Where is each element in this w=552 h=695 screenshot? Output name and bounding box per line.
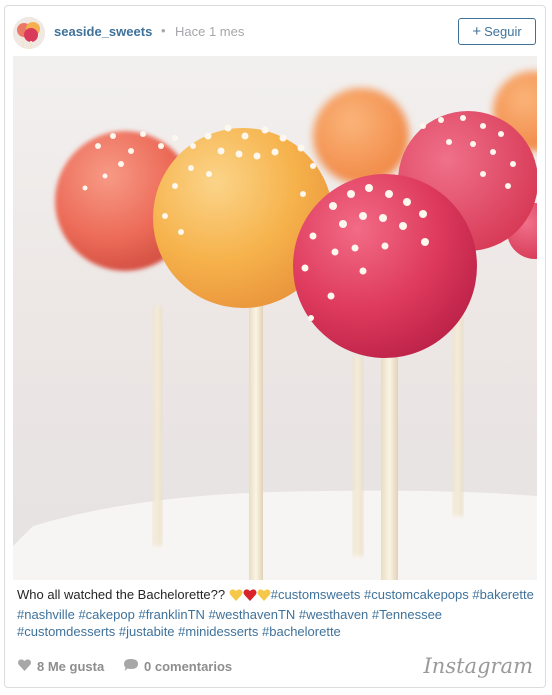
hashtag-link[interactable]: #customdesserts bbox=[17, 624, 115, 639]
plus-icon: + bbox=[472, 23, 482, 40]
heart-icon bbox=[17, 658, 32, 675]
hashtag-link[interactable]: #customsweets bbox=[271, 587, 361, 602]
follow-label: Seguir bbox=[484, 24, 522, 39]
likes-count: 8 Me gusta bbox=[37, 659, 105, 674]
comments-count: 0 comentarios bbox=[144, 659, 233, 674]
hashtag-link[interactable]: #justabite bbox=[119, 624, 175, 639]
hashtag-link[interactable]: #cakepop bbox=[78, 607, 134, 622]
caption-text: Who all watched the Bachelorette?? bbox=[17, 587, 226, 602]
post-footer: 8 Me gusta 0 comentarios Instagram bbox=[5, 648, 545, 686]
yellow-heart-icon bbox=[229, 588, 243, 606]
hashtag-link[interactable]: #nashville bbox=[17, 607, 75, 622]
follow-button[interactable]: + Seguir bbox=[458, 18, 536, 45]
post-time[interactable]: Hace 1 mes bbox=[175, 24, 244, 39]
hashtag-link[interactable]: #Tennessee bbox=[372, 607, 442, 622]
hashtag-link[interactable]: #westhaven bbox=[299, 607, 368, 622]
username-link[interactable]: seaside_sweets bbox=[54, 24, 152, 39]
post-caption: Who all watched the Bachelorette?? #cust… bbox=[17, 586, 535, 640]
comment-button[interactable]: 0 comentarios bbox=[123, 658, 232, 675]
separator-dot: • bbox=[161, 23, 166, 38]
hashtag-link[interactable]: #westhavenTN bbox=[209, 607, 296, 622]
like-button[interactable]: 8 Me gusta bbox=[17, 658, 104, 675]
instagram-logo[interactable]: Instagram bbox=[424, 654, 533, 678]
red-heart-icon bbox=[243, 588, 257, 606]
hashtag-link[interactable]: #bakerette bbox=[472, 587, 533, 602]
hashtag-link[interactable]: #minidesserts bbox=[178, 624, 258, 639]
post-header: seaside_sweets • Hace 1 mes + Seguir bbox=[5, 6, 545, 56]
post-card: seaside_sweets • Hace 1 mes + Seguir Who… bbox=[4, 5, 546, 688]
hashtag-link[interactable]: #bachelorette bbox=[262, 624, 341, 639]
post-photo[interactable] bbox=[13, 56, 537, 580]
avatar[interactable] bbox=[13, 17, 45, 49]
hashtag-link[interactable]: #customcakepops bbox=[364, 587, 469, 602]
hashtag-link[interactable]: #franklinTN bbox=[138, 607, 204, 622]
comment-icon bbox=[123, 658, 139, 675]
yellow-heart-icon bbox=[257, 588, 271, 606]
